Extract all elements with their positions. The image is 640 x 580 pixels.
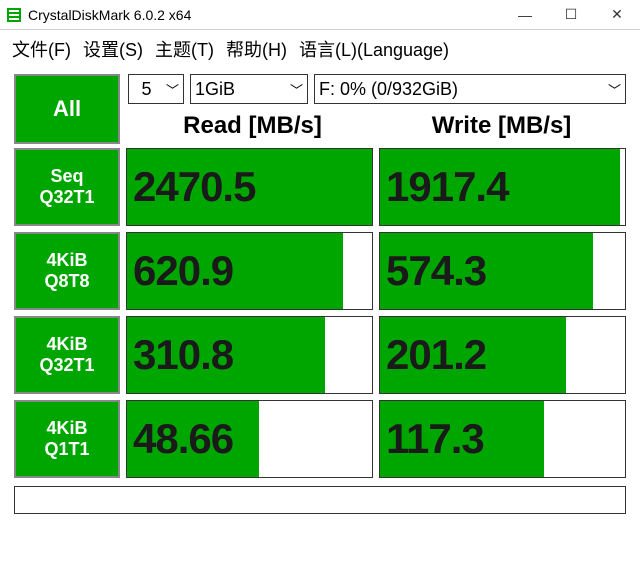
test-button[interactable]: 4KiBQ8T8	[14, 232, 120, 310]
results-grid: SeqQ32T12470.51917.44KiBQ8T8620.9574.34K…	[14, 148, 626, 478]
test-label-line2: Q8T8	[44, 271, 89, 292]
result-row: 4KiBQ32T1310.8201.2	[14, 316, 626, 394]
test-label-line2: Q32T1	[39, 355, 94, 376]
write-cell: 117.3	[379, 400, 626, 478]
top-row: All 5 ﹀ 1GiB ﹀ F: 0% (0/932GiB) ﹀ Read […	[14, 74, 626, 144]
write-cell: 1917.4	[379, 148, 626, 226]
test-label-line1: 4KiB	[46, 250, 87, 271]
menu-language[interactable]: 语言(L)(Language)	[295, 34, 453, 64]
window-title: CrystalDiskMark 6.0.2 x64	[28, 7, 502, 23]
main-area: All 5 ﹀ 1GiB ﹀ F: 0% (0/932GiB) ﹀ Read […	[0, 70, 640, 478]
chevron-down-icon: ﹀	[608, 80, 621, 99]
menu-settings[interactable]: 设置(S)	[79, 34, 147, 64]
test-label-line1: Seq	[50, 166, 83, 187]
test-label-line1: 4KiB	[46, 334, 87, 355]
menu-theme[interactable]: 主题(T)	[151, 34, 218, 64]
read-value: 620.9	[127, 233, 372, 309]
size-select[interactable]: 1GiB ﹀	[190, 74, 308, 104]
maximize-button[interactable]: ☐	[548, 0, 594, 30]
count-select[interactable]: 5 ﹀	[128, 74, 184, 104]
result-row: 4KiBQ1T148.66117.3	[14, 400, 626, 478]
read-header: Read [MB/s]	[128, 112, 377, 140]
read-value: 2470.5	[127, 149, 372, 225]
result-row: 4KiBQ8T8620.9574.3	[14, 232, 626, 310]
chevron-down-icon: ﹀	[166, 80, 179, 99]
read-value: 48.66	[127, 401, 372, 477]
write-value: 201.2	[380, 317, 625, 393]
write-cell: 574.3	[379, 232, 626, 310]
write-value: 574.3	[380, 233, 625, 309]
all-button[interactable]: All	[14, 74, 120, 144]
menu-bar: 文件(F) 设置(S) 主题(T) 帮助(H) 语言(L)(Language)	[0, 30, 640, 70]
test-button[interactable]: 4KiBQ1T1	[14, 400, 120, 478]
app-icon	[6, 7, 22, 23]
write-cell: 201.2	[379, 316, 626, 394]
top-controls: 5 ﹀ 1GiB ﹀ F: 0% (0/932GiB) ﹀ Read [MB/s…	[128, 74, 626, 144]
read-cell: 310.8	[126, 316, 373, 394]
menu-help[interactable]: 帮助(H)	[222, 34, 291, 64]
test-label-line1: 4KiB	[46, 418, 87, 439]
menu-file[interactable]: 文件(F)	[8, 34, 75, 64]
read-cell: 2470.5	[126, 148, 373, 226]
test-label-line2: Q1T1	[44, 439, 89, 460]
result-row: SeqQ32T12470.51917.4	[14, 148, 626, 226]
read-value: 310.8	[127, 317, 372, 393]
minimize-button[interactable]: —	[502, 0, 548, 30]
write-header: Write [MB/s]	[377, 112, 626, 140]
test-label-line2: Q32T1	[39, 187, 94, 208]
read-cell: 48.66	[126, 400, 373, 478]
test-button[interactable]: 4KiBQ32T1	[14, 316, 120, 394]
write-value: 117.3	[380, 401, 625, 477]
select-row: 5 ﹀ 1GiB ﹀ F: 0% (0/932GiB) ﹀	[128, 74, 626, 104]
size-value: 1GiB	[195, 79, 235, 100]
status-bar	[14, 486, 626, 514]
title-bar: CrystalDiskMark 6.0.2 x64 — ☐ ✕	[0, 0, 640, 30]
drive-select[interactable]: F: 0% (0/932GiB) ﹀	[314, 74, 626, 104]
test-button[interactable]: SeqQ32T1	[14, 148, 120, 226]
close-button[interactable]: ✕	[594, 0, 640, 30]
chevron-down-icon: ﹀	[290, 80, 303, 99]
write-value: 1917.4	[380, 149, 625, 225]
read-cell: 620.9	[126, 232, 373, 310]
header-row: Read [MB/s] Write [MB/s]	[128, 108, 626, 144]
drive-value: F: 0% (0/932GiB)	[319, 79, 458, 100]
count-value: 5	[133, 79, 160, 100]
